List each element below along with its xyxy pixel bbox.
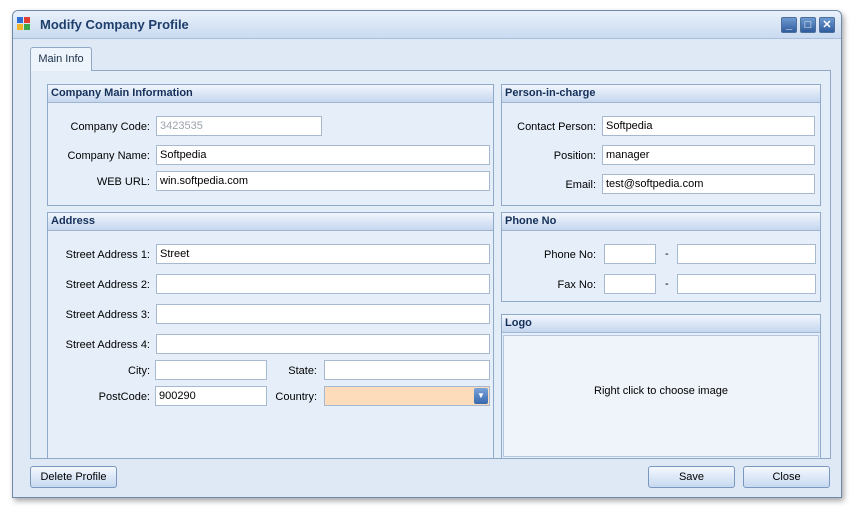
close-button[interactable]: Close xyxy=(743,466,830,488)
phone-no-label: Phone No: xyxy=(544,249,596,261)
company-name-label: Company Name: xyxy=(67,150,150,162)
fax-separator: - xyxy=(665,278,669,290)
phone-separator: - xyxy=(665,248,669,260)
street-address-1-field[interactable]: Street xyxy=(156,244,490,264)
phone-group: Phone No Phone No: - Fax No: - xyxy=(501,212,821,302)
app-icon xyxy=(17,17,31,31)
state-label: State: xyxy=(288,365,317,377)
company-code-field[interactable]: 3423535 xyxy=(156,116,322,136)
save-button[interactable]: Save xyxy=(648,466,735,488)
street-address-2-field[interactable] xyxy=(156,274,490,294)
phone-area-code-field[interactable] xyxy=(604,244,656,264)
tab-main-info[interactable]: Main Info xyxy=(30,47,92,71)
tab-page-main-info: Company Main Information Company Code: 3… xyxy=(30,70,831,459)
street-address-3-label: Street Address 3: xyxy=(65,309,150,321)
close-icon[interactable]: ✕ xyxy=(819,17,835,33)
postcode-field[interactable]: 900290 xyxy=(155,386,267,406)
title-bar[interactable]: Modify Company Profile _ □ ✕ xyxy=(13,11,841,39)
company-info-group: Company Main Information Company Code: 3… xyxy=(47,84,494,206)
maximize-icon[interactable]: □ xyxy=(800,17,816,33)
street-address-4-label: Street Address 4: xyxy=(65,339,150,351)
address-group: Address Street Address 1: Street Street … xyxy=(47,212,494,459)
minimize-icon[interactable]: _ xyxy=(781,17,797,33)
dropdown-arrow-icon[interactable]: ▼ xyxy=(474,388,488,404)
company-code-label: Company Code: xyxy=(70,121,151,133)
fax-number-field[interactable] xyxy=(677,274,816,294)
company-info-header: Company Main Information xyxy=(48,85,493,103)
fax-area-code-field[interactable] xyxy=(604,274,656,294)
web-url-field[interactable]: win.softpedia.com xyxy=(156,171,490,191)
logo-group: Logo Right click to choose image xyxy=(501,314,821,459)
logo-image-area[interactable]: Right click to choose image xyxy=(503,335,819,457)
city-label: City: xyxy=(128,365,150,377)
company-name-field[interactable]: Softpedia xyxy=(156,145,490,165)
street-address-4-field[interactable] xyxy=(156,334,490,354)
position-field[interactable]: manager xyxy=(602,145,815,165)
street-address-1-label: Street Address 1: xyxy=(65,249,150,261)
city-field[interactable] xyxy=(155,360,267,380)
person-in-charge-group: Person-in-charge Contact Person: Softped… xyxy=(501,84,821,206)
postcode-label: PostCode: xyxy=(98,391,150,403)
fax-no-label: Fax No: xyxy=(557,279,596,291)
country-dropdown[interactable]: ▼ xyxy=(324,386,490,406)
street-address-3-field[interactable] xyxy=(156,304,490,324)
modify-company-profile-window: Modify Company Profile _ □ ✕ Main Info C… xyxy=(12,10,842,498)
address-header: Address xyxy=(48,213,493,231)
country-label: Country: xyxy=(275,391,317,403)
delete-profile-button[interactable]: Delete Profile xyxy=(30,466,117,488)
logo-hint: Right click to choose image xyxy=(594,385,728,397)
person-in-charge-header: Person-in-charge xyxy=(502,85,820,103)
phone-number-field[interactable] xyxy=(677,244,816,264)
state-field[interactable] xyxy=(324,360,490,380)
position-label: Position: xyxy=(553,150,596,162)
phone-header: Phone No xyxy=(502,213,820,231)
web-url-label: WEB URL: xyxy=(96,176,150,188)
logo-header: Logo xyxy=(502,315,820,333)
street-address-2-label: Street Address 2: xyxy=(65,279,150,291)
email-label: Email: xyxy=(565,179,596,191)
email-field[interactable]: test@softpedia.com xyxy=(602,174,815,194)
contact-person-label: Contact Person: xyxy=(517,121,596,133)
window-title: Modify Company Profile xyxy=(40,17,189,32)
contact-person-field[interactable]: Softpedia xyxy=(602,116,815,136)
